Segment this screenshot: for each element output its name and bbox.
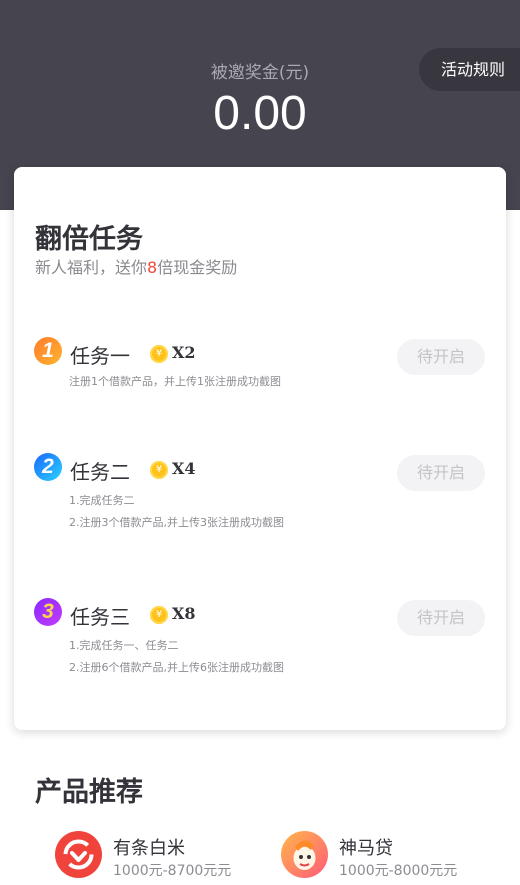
activity-rules-button[interactable]: 活动规则 bbox=[419, 48, 520, 91]
task-desc: 注册1个借款产品，并上传1张注册成功截图 bbox=[69, 371, 281, 393]
task-multiplier: X8 bbox=[172, 604, 196, 623]
task-desc-line: 注册1个借款产品，并上传1张注册成功截图 bbox=[69, 375, 281, 388]
task-name: 任务二 bbox=[70, 460, 130, 484]
task-pending-button[interactable]: 待开启 bbox=[397, 455, 485, 491]
coin-icon: ¥ bbox=[150, 345, 168, 363]
double-task-card: 翻倍任务 新人福利，送你8倍现金奖励 1 任务一 ¥ X2 待开启 注册1个借款… bbox=[14, 167, 506, 730]
task-number-badge-icon: 2 bbox=[34, 453, 62, 481]
coin-icon: ¥ bbox=[150, 461, 168, 479]
task-desc-line: 2.注册6个借款产品,并上传6张注册成功截图 bbox=[69, 661, 284, 674]
task-desc: 1.完成任务一、任务二 2.注册6个借款产品,并上传6张注册成功截图 bbox=[69, 635, 284, 679]
subtitle-highlight: 8 bbox=[147, 258, 158, 277]
task-number: 1 bbox=[42, 339, 54, 362]
subtitle-prefix: 新人福利，送你 bbox=[35, 258, 148, 277]
products-section-title: 产品推荐 bbox=[35, 777, 143, 808]
subtitle-suffix: 倍现金奖励 bbox=[157, 258, 238, 277]
product-name: 有条白米 bbox=[113, 838, 185, 859]
task-pending-button[interactable]: 待开启 bbox=[397, 600, 485, 636]
task-number: 2 bbox=[42, 455, 54, 478]
task-desc: 1.完成任务二 2.注册3个借款产品,并上传3张注册成功截图 bbox=[69, 490, 284, 534]
task-pending-button[interactable]: 待开启 bbox=[397, 339, 485, 375]
task-number-badge-icon: 1 bbox=[34, 337, 62, 365]
task-desc-line: 1.完成任务一、任务二 bbox=[69, 639, 179, 652]
task-multiplier: X4 bbox=[172, 459, 196, 478]
task-number-badge-icon: 3 bbox=[34, 598, 62, 626]
baimi-logo-icon bbox=[55, 831, 102, 878]
task-desc-line: 1.完成任务二 bbox=[69, 494, 135, 507]
task-name: 任务三 bbox=[70, 605, 130, 629]
task-multiplier: X2 bbox=[172, 343, 196, 362]
task-number: 3 bbox=[42, 600, 54, 623]
card-title: 翻倍任务 bbox=[35, 224, 143, 255]
product-range: 1000元-8000元元 bbox=[339, 863, 458, 879]
shenma-logo-icon bbox=[281, 831, 328, 878]
card-subtitle: 新人福利，送你8倍现金奖励 bbox=[35, 254, 237, 278]
product-name: 神马贷 bbox=[339, 838, 393, 859]
task-desc-line: 2.注册3个借款产品,并上传3张注册成功截图 bbox=[69, 516, 284, 529]
task-name: 任务一 bbox=[70, 344, 130, 368]
bonus-amount: 0.00 bbox=[213, 87, 307, 140]
product-range: 1000元-8700元元 bbox=[113, 863, 232, 879]
coin-icon: ¥ bbox=[150, 606, 168, 624]
